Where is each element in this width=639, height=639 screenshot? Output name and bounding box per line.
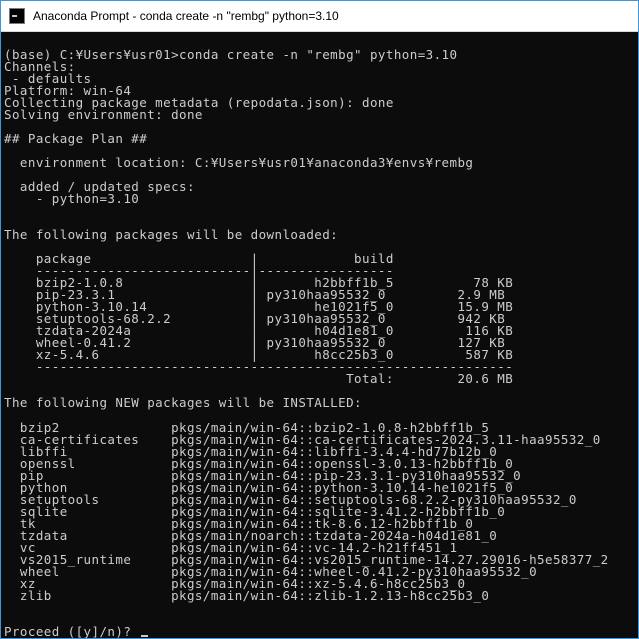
title-bar[interactable]: Anaconda Prompt - conda create -n "rembg…	[1, 1, 638, 32]
console-icon	[9, 8, 25, 24]
console-line: - python=3.10	[4, 191, 140, 207]
console-line: (base) C:¥Users¥usr01>conda create -n "r…	[4, 47, 458, 63]
console-line: The following packages will be downloade…	[4, 227, 339, 243]
console-line: Solving environment: done	[4, 107, 203, 123]
console-line: environment location: C:¥Users¥usr01¥ana…	[4, 155, 474, 171]
console-line: Proceed ([y]/n)?	[4, 625, 638, 638]
console-line: ## Package Plan ##	[4, 131, 148, 147]
console-window: Anaconda Prompt - conda create -n "rembg…	[0, 0, 639, 639]
window-title: Anaconda Prompt - conda create -n "rembg…	[33, 9, 339, 23]
console-line: The following NEW packages will be INSTA…	[4, 395, 363, 411]
text-cursor	[141, 634, 149, 637]
console-line: Total: 20.6 MB	[4, 371, 514, 387]
console-line: Channels:	[4, 59, 76, 75]
console-output[interactable]: (base) C:¥Users¥usr01>conda create -n "r…	[4, 37, 638, 638]
console-line: zlib pkgs/main/win-64::zlib-1.2.13-h8cc2…	[4, 587, 490, 603]
